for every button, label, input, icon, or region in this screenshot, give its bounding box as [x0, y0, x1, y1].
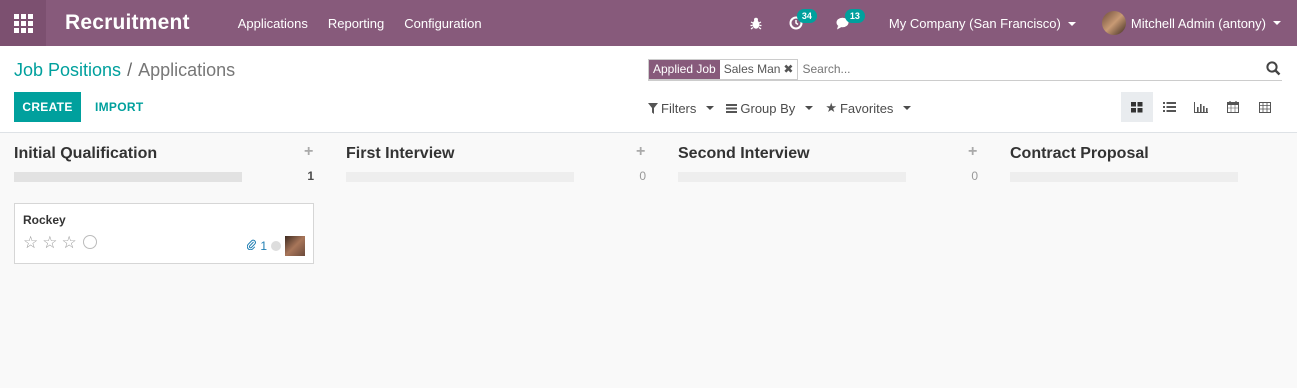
- remove-facet-icon[interactable]: ✖: [783, 62, 793, 76]
- graph-icon: [1194, 101, 1208, 113]
- column-title[interactable]: First Interview: [346, 145, 454, 163]
- column-progress-bar[interactable]: [14, 172, 242, 182]
- attachment-count: 1: [260, 239, 267, 253]
- user-name: Mitchell Admin (antony): [1130, 15, 1266, 31]
- app-title[interactable]: Recruitment: [65, 11, 190, 35]
- star-outline-icon[interactable]: ☆: [23, 234, 38, 251]
- column-progress-bar[interactable]: [678, 172, 906, 182]
- kanban-column: Initial Qualification + 1 Rockey ☆ ☆ ☆ 1: [0, 133, 316, 388]
- bars-icon: [726, 103, 738, 113]
- avatar: [285, 236, 305, 256]
- calendar-icon: [1227, 101, 1239, 113]
- breadcrumb-separator: /: [127, 60, 133, 80]
- kanban-column: Second Interview + 0: [664, 133, 980, 388]
- star-icon: ★: [825, 100, 837, 115]
- pivot-view-button[interactable]: [1249, 92, 1281, 122]
- kanban-view-button[interactable]: [1121, 92, 1153, 122]
- star-outline-icon[interactable]: ☆: [62, 234, 77, 251]
- column-count: 1: [307, 169, 314, 183]
- list-view-button[interactable]: [1153, 92, 1185, 122]
- user-menu[interactable]: Mitchell Admin (antony): [1101, 11, 1281, 35]
- messages-badge: 13: [844, 9, 865, 23]
- facet-value: Sales Man: [723, 62, 781, 76]
- filter-bar: Filters Group By ★ Favorites: [648, 100, 912, 116]
- control-panel: Job Positions / Applications CREATE IMPORT…: [0, 46, 1297, 133]
- company-switcher[interactable]: My Company (San Francisco): [889, 16, 1076, 31]
- quick-create-plus-icon[interactable]: +: [968, 143, 977, 161]
- debug-bug-icon[interactable]: [745, 12, 767, 34]
- funnel-icon: [648, 102, 658, 114]
- star-outline-icon[interactable]: ☆: [42, 234, 57, 251]
- search-facet: Applied Job Sales Man ✖: [648, 58, 799, 80]
- column-title[interactable]: Second Interview: [678, 145, 810, 163]
- favorites-dropdown[interactable]: ★ Favorites: [825, 100, 912, 116]
- search-input[interactable]: [802, 62, 1266, 76]
- quick-create-plus-icon[interactable]: +: [636, 143, 645, 161]
- column-count: 0: [971, 169, 978, 183]
- breadcrumb: Job Positions / Applications: [14, 60, 235, 81]
- breadcrumb-current: Applications: [138, 60, 236, 80]
- card-title: Rockey: [23, 213, 66, 227]
- menu-reporting[interactable]: Reporting: [328, 16, 384, 31]
- column-progress-bar[interactable]: [346, 172, 574, 182]
- main-menu: Applications Reporting Configuration: [238, 16, 502, 31]
- kanban-icon: [1131, 101, 1143, 112]
- kanban-card[interactable]: Rockey ☆ ☆ ☆ 1: [14, 203, 314, 264]
- menu-applications[interactable]: Applications: [238, 16, 308, 31]
- filters-label: Filters: [661, 100, 697, 116]
- kanban-column: Contract Proposal: [996, 133, 1297, 388]
- calendar-view-button[interactable]: [1217, 92, 1249, 122]
- favorites-label: Favorites: [839, 100, 894, 116]
- search-bar: Applied Job Sales Man ✖: [648, 58, 1282, 81]
- paperclip-icon: [247, 239, 257, 253]
- avatar: [1101, 11, 1126, 35]
- messages-chat-icon[interactable]: 13: [833, 9, 865, 34]
- chevron-down-icon: [1067, 22, 1076, 27]
- pivot-table-icon: [1259, 101, 1271, 113]
- top-navbar: Recruitment Applications Reporting Confi…: [0, 0, 1297, 46]
- column-title[interactable]: Initial Qualification: [14, 145, 157, 163]
- kanban-column: First Interview + 0: [332, 133, 648, 388]
- kanban-state-dot[interactable]: [271, 241, 281, 251]
- priority-stars: ☆ ☆ ☆: [23, 234, 97, 251]
- filters-dropdown[interactable]: Filters: [648, 100, 715, 116]
- grid-icon: [13, 13, 33, 33]
- facet-category: Applied Job: [649, 59, 720, 79]
- kanban-board: Initial Qualification + 1 Rockey ☆ ☆ ☆ 1…: [0, 133, 1297, 388]
- create-button[interactable]: CREATE: [14, 92, 81, 122]
- activity-clock-icon[interactable]: [82, 235, 97, 249]
- activity-clock-icon[interactable]: 34: [785, 9, 817, 34]
- chevron-down-icon: [903, 106, 912, 110]
- chevron-down-icon: [706, 106, 715, 110]
- chevron-down-icon: [805, 106, 814, 110]
- breadcrumb-job-positions[interactable]: Job Positions: [14, 60, 121, 80]
- graph-view-button[interactable]: [1185, 92, 1217, 122]
- column-title[interactable]: Contract Proposal: [1010, 145, 1149, 163]
- activity-badge: 34: [796, 9, 817, 23]
- app-menu-button[interactable]: [0, 0, 46, 46]
- search-icon[interactable]: [1266, 61, 1282, 77]
- view-switcher: [1121, 92, 1281, 122]
- chevron-down-icon: [1273, 21, 1281, 25]
- group-by-label: Group By: [740, 100, 796, 116]
- list-icon: [1162, 102, 1176, 112]
- column-count: 0: [639, 169, 646, 183]
- quick-create-plus-icon[interactable]: +: [304, 143, 313, 161]
- import-button[interactable]: IMPORT: [95, 92, 143, 122]
- company-name: My Company (San Francisco): [888, 15, 1061, 31]
- menu-configuration[interactable]: Configuration: [404, 16, 481, 31]
- group-by-dropdown[interactable]: Group By: [726, 100, 814, 116]
- column-progress-bar[interactable]: [1010, 172, 1238, 182]
